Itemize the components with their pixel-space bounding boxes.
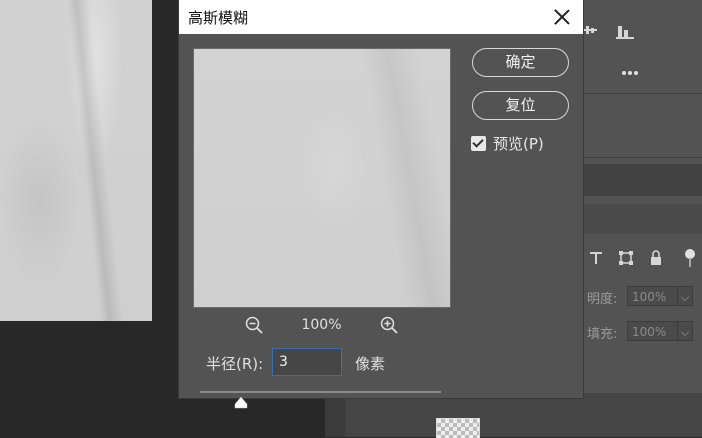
canvas-image [0,0,152,321]
histogram-icon[interactable] [616,22,634,44]
fill-field[interactable]: 100% [627,321,683,341]
layer-row[interactable] [345,393,702,437]
pin-icon[interactable] [684,248,696,272]
zoom-out-icon[interactable] [245,316,263,334]
opacity-dropdown[interactable] [677,286,693,306]
preview-image[interactable] [193,48,451,308]
reset-button[interactable]: 复位 [472,91,569,120]
panel-tab-band [583,164,702,196]
fill-dropdown[interactable] [677,321,693,341]
ok-button[interactable]: 确定 [472,48,569,77]
radius-input[interactable] [272,348,342,376]
panel-divider [583,157,702,158]
fill-label: 填充: [587,327,618,342]
layer-thumbnail[interactable] [436,418,480,438]
preview-label: 预览(P) [493,135,544,153]
lock-icon[interactable] [649,250,663,270]
unit-label: 像素 [355,355,386,373]
opacity-field[interactable]: 100% [627,286,683,306]
zoom-in-icon[interactable] [380,316,398,334]
panel-divider [583,93,702,94]
radius-slider-track[interactable] [200,391,441,393]
close-icon[interactable] [551,6,573,28]
gaussian-blur-dialog: 高斯模糊 100% 半径(R): 像素 确定 复位 预览(P) [179,0,583,409]
zoom-level: 100% [301,317,342,333]
layers-panel: 明度: 100% 填充: 100% [583,0,702,437]
dialog-title: 高斯模糊 [188,9,249,27]
opacity-label: 明度: [587,292,618,307]
type-layer-icon[interactable] [589,250,603,270]
transform-icon[interactable] [618,250,634,270]
preview-checkbox[interactable] [471,136,486,151]
radius-label: 半径(R): [206,355,264,373]
panel-tab-band [583,204,702,234]
align-icon[interactable] [583,22,597,42]
dialog-titlebar[interactable]: 高斯模糊 [179,0,583,34]
more-icon[interactable] [621,62,639,80]
